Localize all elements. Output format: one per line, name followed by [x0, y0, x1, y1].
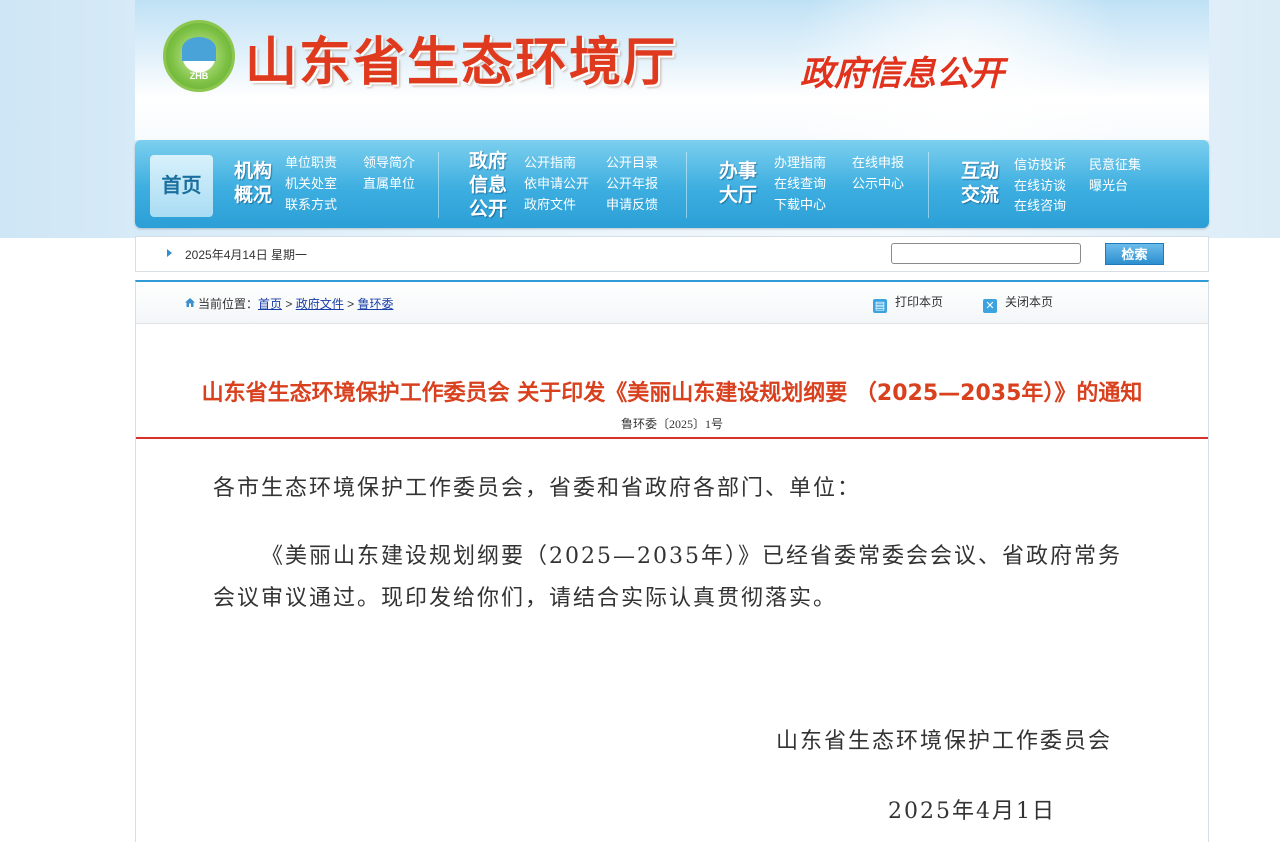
article-title: 山东省生态环境保护工作委员会 关于印发《美丽山东建设规划纲要 （2025—203…	[201, 381, 1143, 406]
nav-link[interactable]: 下载中心	[774, 197, 826, 213]
print-page-button[interactable]: ▤ 打印本页	[873, 292, 944, 313]
nav-link[interactable]: 联系方式	[285, 197, 337, 213]
nav-group-title-line: 机构	[234, 161, 273, 182]
nav-link[interactable]: 申请反馈	[606, 197, 658, 213]
nav-link[interactable]: 公开指南	[524, 155, 576, 171]
search-input[interactable]	[891, 243, 1081, 264]
search-button[interactable]: 检索	[1105, 243, 1164, 265]
nav-link[interactable]: 在线访谈	[1014, 178, 1066, 194]
nav-group-title-line: 概况	[234, 185, 273, 206]
breadcrumb-separator: >	[347, 297, 355, 311]
print-icon: ▤	[873, 299, 887, 313]
site-banner: ZHB 山东省生态环境厅 政府信息公开	[135, 0, 1209, 140]
nav-link[interactable]: 在线咨询	[1014, 198, 1066, 214]
nav-link[interactable]: 信访投诉	[1014, 157, 1066, 173]
nav-link[interactable]: 直属单位	[363, 176, 415, 192]
site-logo-icon[interactable]: ZHB	[163, 20, 235, 92]
signer: 山东省生态环境保护工作委员会	[776, 729, 1113, 754]
nav-group-title-line: 大厅	[719, 185, 758, 206]
article-paragraph: 《美丽山东建设规划纲要（2025—2035年）》已经省委常委会会议、省政府常务会…	[213, 544, 1122, 611]
close-icon: ✕	[983, 299, 997, 313]
logo-emblem	[182, 37, 216, 61]
article-panel: 当前位置：首页 > 政府文件 > 鲁环委 ▤ 打印本页 ✕ 关闭本页 山东省生态环境…	[135, 280, 1209, 842]
nav-link[interactable]: 公开目录	[606, 155, 658, 171]
nav-link[interactable]: 民意征集	[1089, 157, 1141, 173]
nav-link[interactable]: 办理指南	[774, 155, 826, 171]
nav-separator	[438, 152, 439, 218]
nav-link[interactable]: 机关处室	[285, 176, 337, 192]
article-salutation: 各市生态环境保护工作委员会，省委和省政府各部门、单位：	[213, 476, 862, 501]
nav-separator	[928, 152, 929, 218]
close-page-button[interactable]: ✕ 关闭本页	[983, 292, 1054, 313]
nav-separator	[686, 152, 687, 218]
nav-link[interactable]: 曝光台	[1089, 178, 1128, 194]
breadcrumb-current-link[interactable]: 鲁环委	[357, 297, 393, 311]
sign-date: 2025年4月1日	[888, 799, 1056, 824]
nav-link[interactable]: 公示中心	[852, 176, 904, 192]
nav-group-title-line: 公开	[469, 199, 508, 220]
main-nav: 首页 机构 概况 单位职责 领导简介 机关处室 直属单位 联系方式 政府 信息 …	[135, 140, 1209, 228]
nav-link[interactable]: 政府文件	[524, 197, 576, 213]
breadcrumb-bar: 当前位置：首页 > 政府文件 > 鲁环委 ▤ 打印本页 ✕ 关闭本页	[136, 282, 1208, 324]
breadcrumb-prefix: 当前位置：	[198, 297, 259, 311]
site-title[interactable]: 山东省生态环境厅	[245, 20, 677, 95]
breadcrumb-docs-link[interactable]: 政府文件	[296, 297, 344, 311]
current-date: 2025年4月14日 星期一	[185, 248, 308, 262]
nav-group-title-line: 办事	[719, 161, 758, 182]
nav-group-title-info[interactable]: 政府 信息 公开	[469, 150, 507, 222]
red-divider	[136, 437, 1208, 439]
nav-link[interactable]: 单位职责	[285, 155, 337, 171]
nav-group-title-line: 信息	[469, 175, 508, 196]
nav-group-title-interact[interactable]: 互动 交流	[961, 160, 999, 208]
nav-group-title-line: 政府	[469, 151, 508, 172]
date-search-bar: 2025年4月14日 星期一 检索	[135, 236, 1209, 272]
nav-group-title-line: 交流	[961, 185, 1000, 206]
banner-subtitle: 政府信息公开	[800, 54, 1004, 94]
nav-link[interactable]: 领导简介	[363, 155, 415, 171]
nav-link[interactable]: 依申请公开	[524, 176, 589, 192]
nav-link[interactable]: 在线申报	[852, 155, 904, 171]
logo-text: ZHB	[189, 71, 209, 81]
nav-link[interactable]: 在线查询	[774, 176, 826, 192]
home-icon	[185, 298, 195, 307]
document-number: 鲁环委〔2025〕1号	[620, 417, 723, 431]
breadcrumb: 当前位置：首页 > 政府文件 > 鲁环委	[198, 295, 393, 312]
nav-group-title-line: 互动	[961, 161, 1000, 182]
breadcrumb-home-link[interactable]: 首页	[258, 297, 282, 311]
nav-group-title-service[interactable]: 办事 大厅	[719, 160, 757, 208]
breadcrumb-separator: >	[285, 297, 293, 311]
nav-link[interactable]: 公开年报	[606, 176, 658, 192]
print-page-label: 打印本页	[895, 295, 944, 309]
nav-home-button[interactable]: 首页	[150, 155, 213, 217]
nav-group-title-org[interactable]: 机构 概况	[234, 160, 272, 208]
close-page-label: 关闭本页	[1005, 295, 1054, 309]
bullet-arrow-icon	[167, 249, 172, 257]
